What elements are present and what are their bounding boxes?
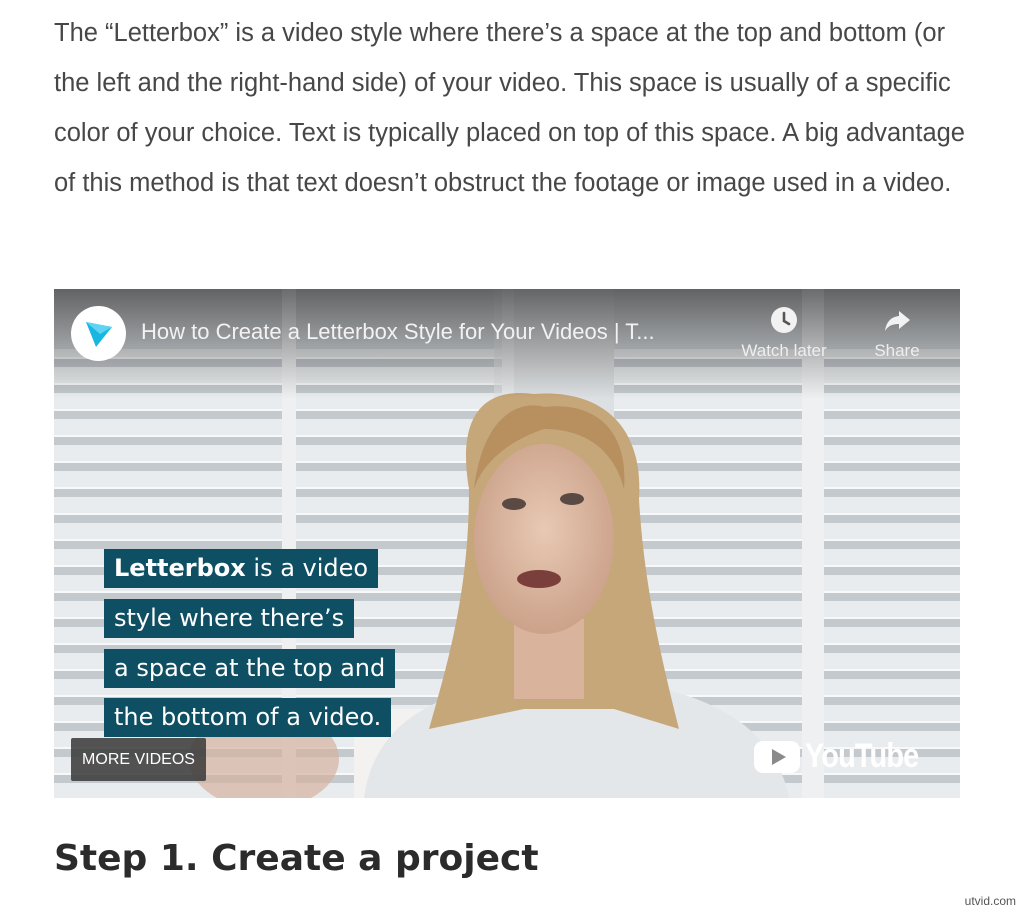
site-watermark: utvid.com	[964, 894, 1016, 908]
youtube-wordmark: YouTube	[804, 737, 919, 775]
step-heading: Step 1. Create a project	[54, 838, 539, 879]
play-logo-icon	[85, 321, 112, 347]
share-button[interactable]: Share	[842, 305, 952, 361]
youtube-play-icon	[753, 740, 800, 773]
youtube-embed[interactable]: How to Create a Letterbox Style for Your…	[54, 289, 960, 798]
caption-line-2: style where there’s	[104, 599, 355, 638]
share-arrow-icon	[885, 311, 910, 331]
clock-icon	[771, 307, 797, 333]
more-videos-button[interactable]: MORE VIDEOS	[71, 738, 206, 781]
caption-line-1: Letterbox is a video	[104, 549, 379, 588]
channel-avatar[interactable]	[71, 306, 126, 361]
watch-later-button[interactable]: Watch later	[729, 305, 839, 361]
caption-line-4: the bottom of a video.	[104, 698, 392, 737]
caption-line-3: a space at the top and	[104, 649, 396, 688]
video-title-link[interactable]: How to Create a Letterbox Style for Your…	[141, 319, 741, 345]
watch-later-label: Watch later	[741, 341, 827, 360]
article-paragraph: The “Letterbox” is a video style where t…	[54, 19, 965, 197]
share-label: Share	[874, 341, 920, 360]
youtube-logo-link[interactable]: YouTube	[753, 737, 938, 776]
